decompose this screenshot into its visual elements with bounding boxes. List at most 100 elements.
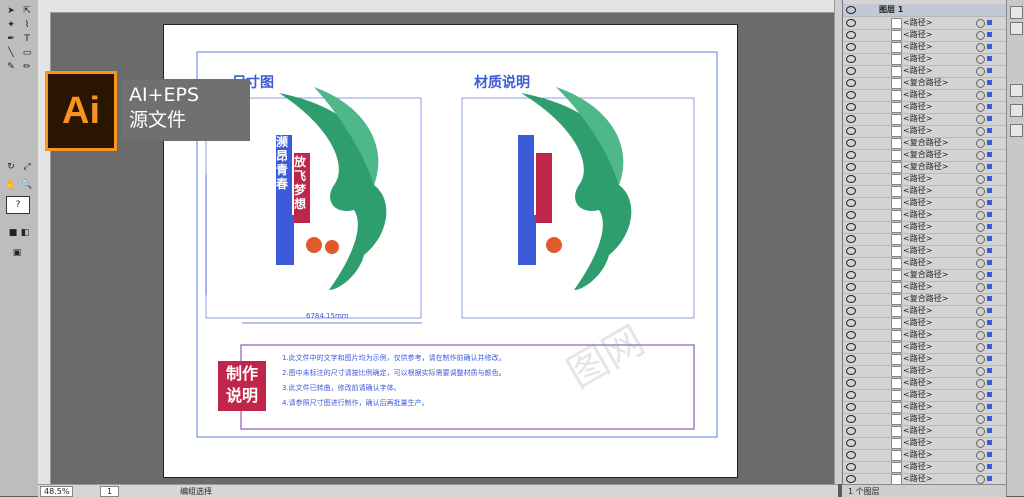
visibility-eye-icon[interactable] [846,403,856,411]
target-icon[interactable] [976,211,985,220]
direct-selection-tool[interactable]: ⇱ [20,4,34,18]
selection-tool[interactable]: ➤ [4,4,18,18]
target-icon[interactable] [976,283,985,292]
visibility-eye-icon[interactable] [846,415,856,423]
selection-indicator-icon[interactable] [987,104,992,109]
visibility-eye-icon[interactable] [846,127,856,135]
selection-indicator-icon[interactable] [987,152,992,157]
zoom-tool[interactable]: 🔍 [20,178,34,192]
selection-indicator-icon[interactable] [987,56,992,61]
target-icon[interactable] [976,31,985,40]
visibility-eye-icon[interactable] [846,187,856,195]
visibility-eye-icon[interactable] [846,163,856,171]
rotate-tool[interactable]: ↻ [4,160,18,174]
visibility-eye-icon[interactable] [846,67,856,75]
selection-indicator-icon[interactable] [987,368,992,373]
target-icon[interactable] [976,331,985,340]
screen-mode-icon[interactable]: ▣ [10,246,24,260]
visibility-eye-icon[interactable] [846,43,856,51]
selection-indicator-icon[interactable] [987,212,992,217]
visibility-eye-icon[interactable] [846,175,856,183]
selection-indicator-icon[interactable] [987,260,992,265]
target-icon[interactable] [976,19,985,28]
target-icon[interactable] [976,187,985,196]
selection-indicator-icon[interactable] [987,308,992,313]
target-icon[interactable] [976,391,985,400]
target-icon[interactable] [976,295,985,304]
visibility-eye-icon[interactable] [846,31,856,39]
selection-indicator-icon[interactable] [987,128,992,133]
brush-tool[interactable]: ✎ [4,60,18,74]
visibility-eye-icon[interactable] [846,439,856,447]
target-icon[interactable] [976,103,985,112]
selection-indicator-icon[interactable] [987,248,992,253]
target-icon[interactable] [976,307,985,316]
selection-indicator-icon[interactable] [987,272,992,277]
selection-indicator-icon[interactable] [987,296,992,301]
selection-indicator-icon[interactable] [987,428,992,433]
visibility-eye-icon[interactable] [846,307,856,315]
visibility-eye-icon[interactable] [846,151,856,159]
layer-row-top[interactable]: 图层 1 [843,4,1007,17]
target-icon[interactable] [976,463,985,472]
selection-indicator-icon[interactable] [987,44,992,49]
visibility-eye-icon[interactable] [846,55,856,63]
visibility-eye-icon[interactable] [846,19,856,27]
target-icon[interactable] [976,415,985,424]
dock-panel-icon[interactable] [1010,104,1023,117]
target-icon[interactable] [976,55,985,64]
page-number[interactable]: 1 [100,486,120,497]
visibility-eye-icon[interactable] [846,343,856,351]
visibility-eye-icon[interactable] [846,139,856,147]
selection-indicator-icon[interactable] [987,176,992,181]
selection-indicator-icon[interactable] [987,116,992,121]
dock-panel-icon[interactable] [1010,124,1023,137]
selection-indicator-icon[interactable] [987,164,992,169]
selection-indicator-icon[interactable] [987,200,992,205]
visibility-eye-icon[interactable] [846,463,856,471]
target-icon[interactable] [976,139,985,148]
target-icon[interactable] [976,475,985,484]
target-icon[interactable] [976,427,985,436]
selection-indicator-icon[interactable] [987,332,992,337]
target-icon[interactable] [976,199,985,208]
target-icon[interactable] [976,127,985,136]
target-icon[interactable] [976,79,985,88]
zoom-level[interactable]: 48.5% [40,486,74,497]
target-icon[interactable] [976,175,985,184]
hand-tool[interactable]: ✋ [4,178,18,192]
target-icon[interactable] [976,223,985,232]
visibility-eye-icon[interactable] [846,79,856,87]
visibility-eye-icon[interactable] [846,427,856,435]
target-icon[interactable] [976,115,985,124]
target-icon[interactable] [976,271,985,280]
selection-indicator-icon[interactable] [987,236,992,241]
visibility-eye-icon[interactable] [846,319,856,327]
visibility-eye-icon[interactable] [846,475,856,483]
target-icon[interactable] [976,403,985,412]
target-icon[interactable] [976,439,985,448]
visibility-eye-icon[interactable] [846,211,856,219]
selection-indicator-icon[interactable] [987,380,992,385]
visibility-eye-icon[interactable] [846,235,856,243]
target-icon[interactable] [976,247,985,256]
selection-indicator-icon[interactable] [987,440,992,445]
target-icon[interactable] [976,379,985,388]
rectangle-tool[interactable]: ▭ [20,46,34,60]
line-tool[interactable]: ╲ [4,46,18,60]
visibility-eye-icon[interactable] [846,223,856,231]
visibility-eye-icon[interactable] [846,199,856,207]
selection-indicator-icon[interactable] [987,344,992,349]
selection-indicator-icon[interactable] [987,80,992,85]
selection-indicator-icon[interactable] [987,416,992,421]
visibility-eye-icon[interactable] [846,103,856,111]
visibility-eye-icon[interactable] [846,451,856,459]
selection-indicator-icon[interactable] [987,356,992,361]
lasso-tool[interactable]: ⌇ [20,18,34,32]
selection-indicator-icon[interactable] [987,92,992,97]
visibility-eye-icon[interactable] [846,259,856,267]
scale-tool[interactable]: ⤢ [20,160,34,174]
visibility-eye-icon[interactable] [846,367,856,375]
dock-panel-icon[interactable] [1010,22,1023,35]
fill-stroke-icon[interactable]: ? [6,196,30,214]
